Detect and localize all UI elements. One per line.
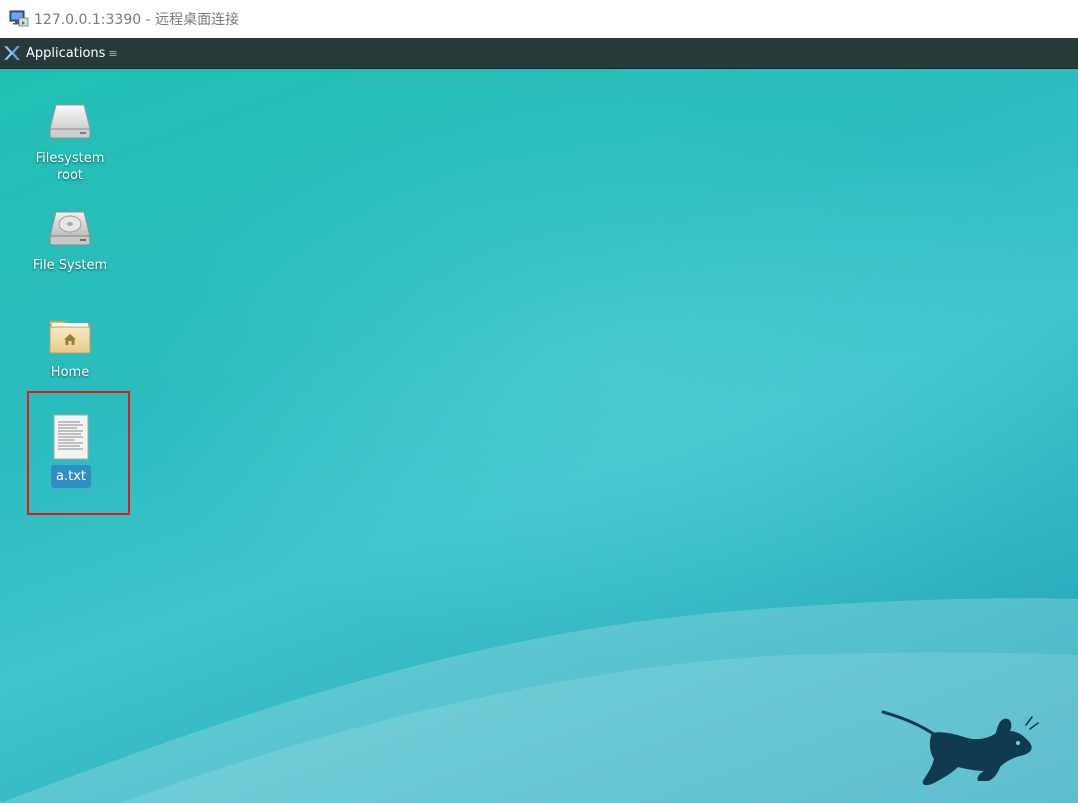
desktop-icon-filesystem-root[interactable]: Filesystem root	[20, 99, 120, 184]
desktop-icon-home[interactable]: Home	[20, 313, 120, 381]
applications-label: Applications	[26, 45, 106, 61]
remote-desktop-icon	[9, 10, 29, 27]
top-panel: Applications ≡	[0, 38, 1078, 69]
desktop[interactable]: Filesystem root File System Home a.txt	[0, 69, 1078, 803]
window-titlebar: 127.0.0.1:3390 - 远程桌面连接	[0, 0, 1078, 39]
harddisk-icon	[49, 211, 91, 246]
wallpaper-wave	[0, 598, 1078, 803]
highlight-box	[27, 391, 130, 515]
window-title: 127.0.0.1:3390 - 远程桌面连接	[34, 12, 240, 28]
drive-icon	[49, 104, 91, 139]
home-folder-icon	[49, 320, 91, 354]
applications-menu-button[interactable]: Applications ≡	[0, 38, 124, 68]
desktop-icon-file-system[interactable]: File System	[20, 206, 120, 274]
xfce-logo-icon	[4, 46, 20, 60]
desktop-icon-label: Home	[50, 365, 90, 380]
desktop-icon-label: File System	[32, 258, 108, 273]
xfce-mouse-logo	[881, 710, 1039, 786]
applications-menu-arrow-icon: ≡	[108, 46, 118, 60]
desktop-icon-label: Filesystem root	[35, 151, 105, 183]
